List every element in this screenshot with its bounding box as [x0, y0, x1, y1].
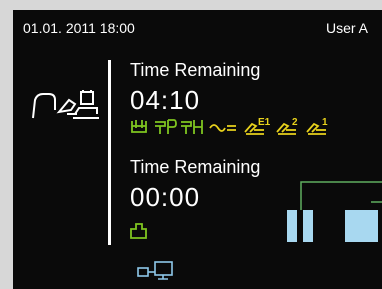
time-remaining-label-2: Time Remaining: [130, 157, 261, 177]
pause-bar-right: [303, 210, 313, 242]
spray-arm-hot-icon: [181, 120, 203, 134]
control-screen: 01.01. 2011 18:00 User A Time Remaining …: [13, 10, 382, 289]
time-remaining-value-1: 04:10: [130, 85, 201, 115]
pause-bar-left: [287, 210, 297, 242]
rinse-1-label: 1: [322, 117, 328, 128]
rinse-2-icon: 2: [276, 117, 298, 135]
spray-arm-icon: [155, 119, 177, 134]
pause-button[interactable]: [287, 210, 317, 242]
vertical-divider: [108, 60, 111, 245]
basket-icon: [131, 120, 147, 133]
user-name[interactable]: User A: [326, 20, 368, 36]
network-icon: [137, 261, 173, 280]
rinse-2-label: 2: [292, 117, 298, 128]
e1-label: E1: [258, 117, 271, 128]
time-remaining-value-2: 00:00: [130, 182, 201, 212]
machine-icon: [32, 90, 99, 119]
rinse-1-icon: 1: [306, 117, 328, 135]
stop-button[interactable]: [345, 210, 378, 242]
load-icon: [130, 223, 147, 239]
flow-icon: [209, 124, 236, 132]
datetime-display: 01.01. 2011 18:00: [23, 20, 135, 36]
time-remaining-label-1: Time Remaining: [130, 60, 261, 80]
rinse-e1-icon: E1: [244, 117, 271, 135]
